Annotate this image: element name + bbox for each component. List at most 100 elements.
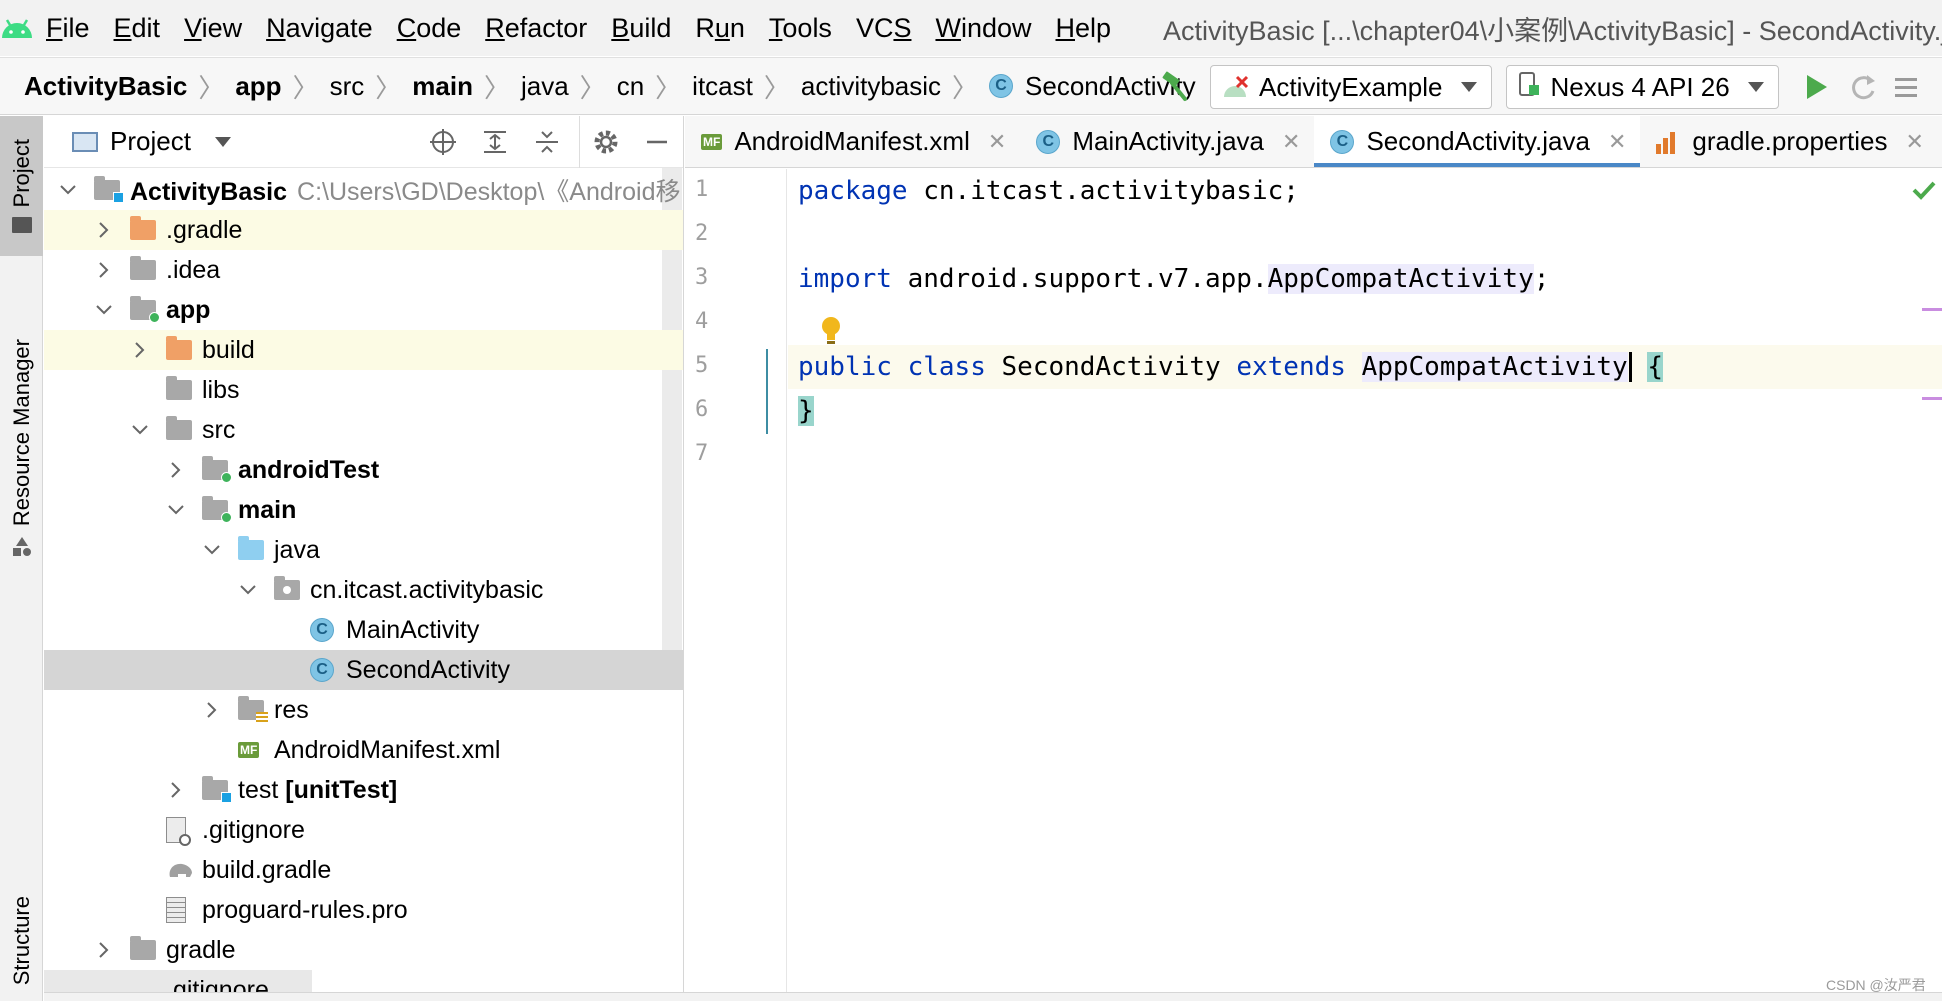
device-select[interactable]: Nexus 4 API 26 bbox=[1505, 65, 1779, 109]
menu-navigate[interactable]: Navigate bbox=[254, 13, 385, 44]
tree-item-gradle-cache[interactable]: .gradle bbox=[44, 210, 683, 250]
more-toolbar-icon[interactable] bbox=[1894, 69, 1925, 105]
run-config-select[interactable]: ActivityExample bbox=[1210, 65, 1492, 109]
gear-icon[interactable] bbox=[579, 116, 631, 168]
chevron-right-icon[interactable] bbox=[94, 250, 114, 290]
tab-second-activity[interactable]: C SecondActivity.java ✕ bbox=[1314, 116, 1641, 167]
tab-structure[interactable]: Structure bbox=[0, 881, 43, 1001]
menu-view[interactable]: View bbox=[172, 13, 254, 44]
class-icon: C bbox=[1036, 129, 1061, 154]
locate-target-icon[interactable] bbox=[417, 116, 469, 168]
line-number: 6 bbox=[695, 397, 709, 422]
tree-item-manifest[interactable]: MF AndroidManifest.xml bbox=[44, 730, 683, 770]
code-line-1[interactable]: package cn.itcast.activitybasic; bbox=[788, 169, 1942, 213]
breadcrumb-java[interactable]: java bbox=[521, 71, 569, 102]
text-file-icon bbox=[166, 890, 194, 930]
close-icon[interactable]: ✕ bbox=[1282, 129, 1300, 155]
menu-help[interactable]: Help bbox=[1044, 13, 1124, 44]
chevron-down-icon[interactable] bbox=[58, 170, 78, 210]
tree-item-mainactivity[interactable]: C MainActivity bbox=[44, 610, 683, 650]
menu-build[interactable]: Build bbox=[599, 13, 683, 44]
chevron-right-icon[interactable] bbox=[166, 450, 186, 490]
breadcrumb-activitybasic[interactable]: activitybasic bbox=[801, 71, 941, 102]
tree-item-main[interactable]: main bbox=[44, 490, 683, 530]
tree-item-gradle[interactable]: gradle bbox=[44, 930, 683, 970]
code-line-6[interactable]: } bbox=[788, 389, 1942, 433]
tree-item-proguard[interactable]: proguard-rules.pro bbox=[44, 890, 683, 930]
tree-item-java[interactable]: java bbox=[44, 530, 683, 570]
breadcrumb-cn[interactable]: cn bbox=[617, 71, 644, 102]
menu-code[interactable]: Code bbox=[385, 13, 474, 44]
chevron-down-icon[interactable] bbox=[166, 490, 186, 530]
folder-icon bbox=[166, 370, 194, 410]
breadcrumb-project[interactable]: ActivityBasic bbox=[24, 71, 187, 102]
chevron-right-icon[interactable] bbox=[130, 330, 150, 370]
breadcrumb-main[interactable]: main bbox=[412, 71, 473, 102]
folder-icon bbox=[130, 930, 158, 970]
breadcrumb-app[interactable]: app bbox=[235, 71, 281, 102]
breadcrumb-src[interactable]: src bbox=[330, 71, 365, 102]
menu-refactor[interactable]: Refactor bbox=[473, 13, 599, 44]
menu-edit[interactable]: Edit bbox=[102, 13, 173, 44]
chevron-down-icon[interactable] bbox=[214, 136, 231, 147]
tree-item-build-gradle[interactable]: build.gradle bbox=[44, 850, 683, 890]
collapse-all-icon[interactable] bbox=[521, 116, 573, 168]
tree-item-root[interactable]: ActivityBasic C:\Users\GD\Desktop\《Androi… bbox=[44, 170, 683, 210]
minimize-icon[interactable] bbox=[631, 116, 683, 168]
tab-project-tool[interactable]: Project bbox=[0, 116, 43, 256]
chevron-right-icon[interactable] bbox=[166, 770, 186, 810]
rerun-icon[interactable] bbox=[1845, 69, 1881, 105]
tree-item-androidtest[interactable]: androidTest bbox=[44, 450, 683, 490]
tree-item-build[interactable]: build bbox=[44, 330, 683, 370]
tree-item-gitignore[interactable]: .gitignore bbox=[44, 810, 683, 850]
tab-resource-manager[interactable]: Resource Manager bbox=[0, 271, 43, 631]
chevron-down-icon[interactable] bbox=[94, 290, 114, 330]
chevron-right-icon[interactable] bbox=[202, 690, 222, 730]
tab-main-activity[interactable]: C MainActivity.java ✕ bbox=[1020, 116, 1314, 167]
tree-item-suffix: [unitTest] bbox=[285, 775, 398, 804]
error-stripe-mark[interactable] bbox=[1922, 308, 1942, 311]
editor-tab-bar: MF AndroidManifest.xml ✕ C MainActivity.… bbox=[685, 116, 1942, 168]
test-folder-icon bbox=[202, 770, 232, 810]
error-stripe-mark[interactable] bbox=[1922, 397, 1942, 400]
project-view-label[interactable]: Project bbox=[110, 126, 191, 157]
tab-android-manifest[interactable]: MF AndroidManifest.xml ✕ bbox=[685, 116, 1020, 167]
tree-item-gitignore-root[interactable]: .gitignore bbox=[44, 970, 312, 992]
breadcrumb-itcast[interactable]: itcast bbox=[692, 71, 753, 102]
tree-item-idea[interactable]: .idea bbox=[44, 250, 683, 290]
chevron-down-icon[interactable] bbox=[238, 570, 258, 610]
code-line-3[interactable]: import android.support.v7.app. AppCompatA… bbox=[788, 257, 1942, 301]
tree-item-label: cn.itcast.activitybasic bbox=[310, 575, 544, 604]
tree-item-libs[interactable]: libs bbox=[44, 370, 683, 410]
tree-item-secondactivity[interactable]: C SecondActivity bbox=[44, 650, 683, 690]
tree-item-test[interactable]: test [unitTest] bbox=[44, 770, 683, 810]
hammer-build-icon[interactable] bbox=[1150, 67, 1200, 107]
menu-window[interactable]: Window bbox=[923, 13, 1043, 44]
keyword-token: class bbox=[907, 352, 986, 382]
expand-all-icon[interactable] bbox=[469, 116, 521, 168]
fold-marker[interactable] bbox=[766, 349, 768, 434]
chevron-down-icon[interactable] bbox=[202, 530, 222, 570]
tab-gradle-properties[interactable]: gradle.properties ✕ bbox=[1640, 116, 1938, 167]
run-play-icon[interactable] bbox=[1806, 75, 1827, 99]
tree-item-src[interactable]: src bbox=[44, 410, 683, 450]
left-tool-strip: Project Resource Manager Structure bbox=[0, 116, 43, 1001]
lightbulb-icon[interactable] bbox=[820, 316, 842, 351]
menu-vcs[interactable]: VCS bbox=[844, 13, 924, 44]
close-icon[interactable]: ✕ bbox=[988, 129, 1006, 155]
menu-run[interactable]: Run bbox=[683, 13, 757, 44]
close-icon[interactable]: ✕ bbox=[1906, 129, 1924, 155]
code-line-5[interactable]: public class SecondActivity extends AppC… bbox=[788, 345, 1942, 389]
menu-tools[interactable]: Tools bbox=[757, 13, 844, 44]
tree-item-app[interactable]: app bbox=[44, 290, 683, 330]
chevron-right-icon[interactable] bbox=[94, 210, 114, 250]
tree-item-res[interactable]: res bbox=[44, 690, 683, 730]
chevron-down-icon[interactable] bbox=[130, 410, 150, 450]
code-editor[interactable]: package cn.itcast.activitybasic; import … bbox=[788, 169, 1942, 1001]
type-token: AppCompatActivity bbox=[1267, 264, 1534, 294]
chevron-right-icon[interactable] bbox=[94, 930, 114, 970]
tree-item-package[interactable]: cn.itcast.activitybasic bbox=[44, 570, 683, 610]
close-icon[interactable]: ✕ bbox=[1608, 129, 1626, 155]
menu-file[interactable]: File bbox=[34, 13, 102, 44]
class-icon: C bbox=[989, 74, 1014, 98]
